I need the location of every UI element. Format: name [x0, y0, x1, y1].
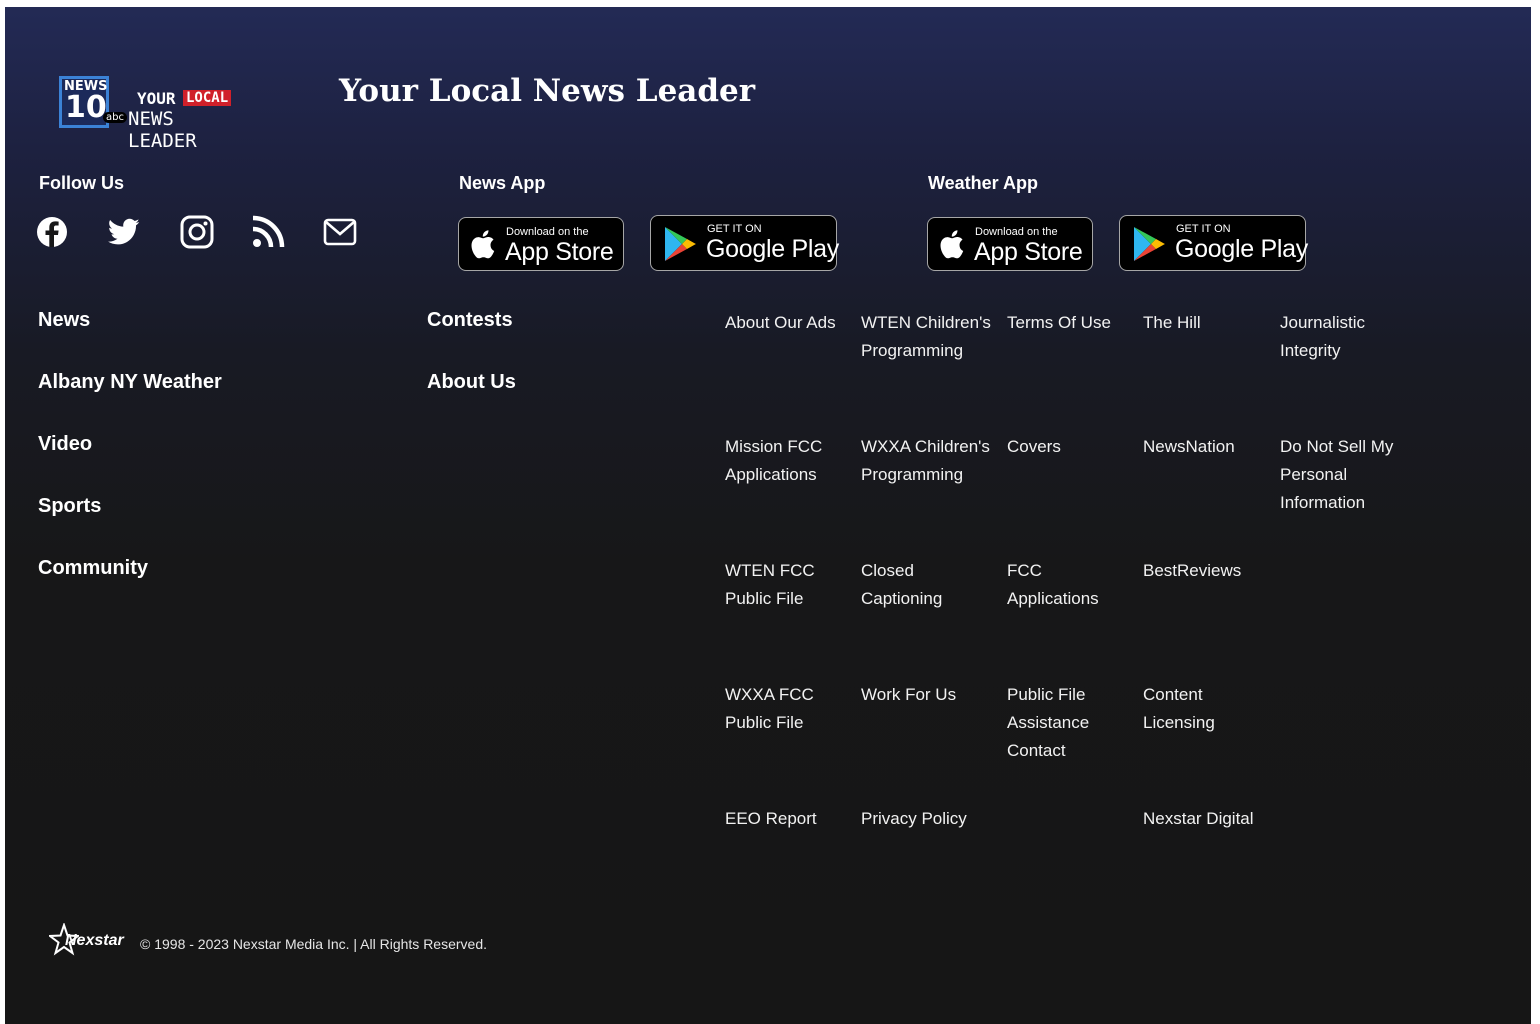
link-privacy-policy[interactable]: Privacy Policy	[861, 805, 1001, 833]
nav-news[interactable]: News	[38, 309, 90, 332]
nav-video[interactable]: Video	[38, 433, 92, 456]
twitter-icon[interactable]	[106, 214, 142, 250]
news-app-store-button[interactable]: Download on the App Store	[458, 217, 624, 271]
google-play-small-text: GET IT ON	[1176, 223, 1231, 235]
nav-sports[interactable]: Sports	[38, 495, 101, 518]
link-journalistic-integrity[interactable]: Journalistic Integrity	[1280, 309, 1420, 365]
google-play-big-text: Google Play	[1175, 235, 1308, 263]
google-play-icon	[665, 227, 696, 261]
link-work-for-us[interactable]: Work For Us	[861, 681, 1001, 709]
app-store-small-text: Download on the	[506, 226, 589, 238]
link-wxxa-childrens-programming[interactable]: WXXA Children's Programming	[861, 433, 1001, 489]
logo-number: 10	[65, 90, 107, 125]
link-eeo-report[interactable]: EEO Report	[725, 805, 865, 833]
link-bestreviews[interactable]: BestReviews	[1143, 557, 1283, 585]
link-terms-of-use[interactable]: Terms Of Use	[1007, 309, 1147, 337]
abc-logo: abc	[103, 112, 127, 123]
instagram-icon[interactable]	[179, 214, 215, 250]
follow-us-label: Follow Us	[39, 173, 124, 193]
site-footer: NEWS 10 abc YOUR LOCAL NEWS LEADER Your …	[5, 7, 1531, 1024]
footer-tagline: Your Local News Leader	[339, 73, 756, 109]
link-wxxa-fcc-public-file[interactable]: WXXA FCC Public File	[725, 681, 865, 737]
link-mission-fcc-applications[interactable]: Mission FCC Applications	[725, 433, 865, 489]
nav-albany-ny-weather[interactable]: Albany NY Weather	[38, 371, 222, 394]
news-google-play-button[interactable]: GET IT ON Google Play	[650, 215, 839, 271]
weather-app-label: Weather App	[928, 173, 1039, 193]
email-icon[interactable]	[322, 214, 358, 250]
link-wten-childrens-programming[interactable]: WTEN Children's Programming	[861, 309, 1001, 365]
nav-about-us[interactable]: About Us	[427, 371, 516, 394]
nav-contests[interactable]: Contests	[427, 309, 513, 332]
link-content-licensing[interactable]: Content Licensing	[1143, 681, 1283, 737]
facebook-icon[interactable]	[34, 214, 70, 250]
link-about-our-ads[interactable]: About Our Ads	[725, 309, 865, 337]
news-app-label: News App	[459, 173, 546, 193]
station-logo[interactable]: NEWS 10 abc YOUR LOCAL NEWS LEADER	[59, 76, 249, 152]
weather-google-play-button[interactable]: GET IT ON Google Play	[1119, 215, 1308, 271]
apple-icon	[471, 230, 495, 259]
google-play-icon	[1134, 227, 1165, 261]
link-nexstar-digital[interactable]: Nexstar Digital	[1143, 805, 1283, 833]
link-wten-fcc-public-file[interactable]: WTEN FCC Public File	[725, 557, 865, 613]
google-play-big-text: Google Play	[706, 235, 839, 263]
link-public-file-assistance-contact[interactable]: Public File Assistance Contact	[1007, 681, 1147, 765]
weather-app-store-button[interactable]: Download on the App Store	[927, 217, 1093, 271]
nexstar-logo-text: Nexstar	[65, 932, 124, 949]
news10-logo-box: NEWS 10	[59, 76, 109, 128]
nexstar-logo[interactable]: Nexstar	[49, 923, 131, 963]
nav-community[interactable]: Community	[38, 557, 148, 580]
link-do-not-sell[interactable]: Do Not Sell My Personal Information	[1280, 433, 1420, 517]
copyright-text: © 1998 - 2023 Nexstar Media Inc. | All R…	[140, 936, 488, 952]
apple-icon	[940, 230, 964, 259]
link-the-hill[interactable]: The Hill	[1143, 309, 1283, 337]
logo-local-text: LOCAL	[183, 90, 232, 106]
app-store-big-text: App Store	[505, 238, 614, 266]
rss-icon[interactable]	[250, 214, 286, 250]
google-play-small-text: GET IT ON	[707, 223, 762, 235]
app-store-big-text: App Store	[974, 238, 1083, 266]
link-covers[interactable]: Covers	[1007, 433, 1147, 461]
link-newsnation[interactable]: NewsNation	[1143, 433, 1283, 461]
logo-your-text: YOUR	[137, 89, 176, 108]
link-closed-captioning[interactable]: Closed Captioning	[861, 557, 1001, 613]
link-fcc-applications[interactable]: FCC Applications	[1007, 557, 1147, 613]
logo-leader-text: NEWS LEADER	[128, 108, 197, 152]
app-store-small-text: Download on the	[975, 226, 1058, 238]
